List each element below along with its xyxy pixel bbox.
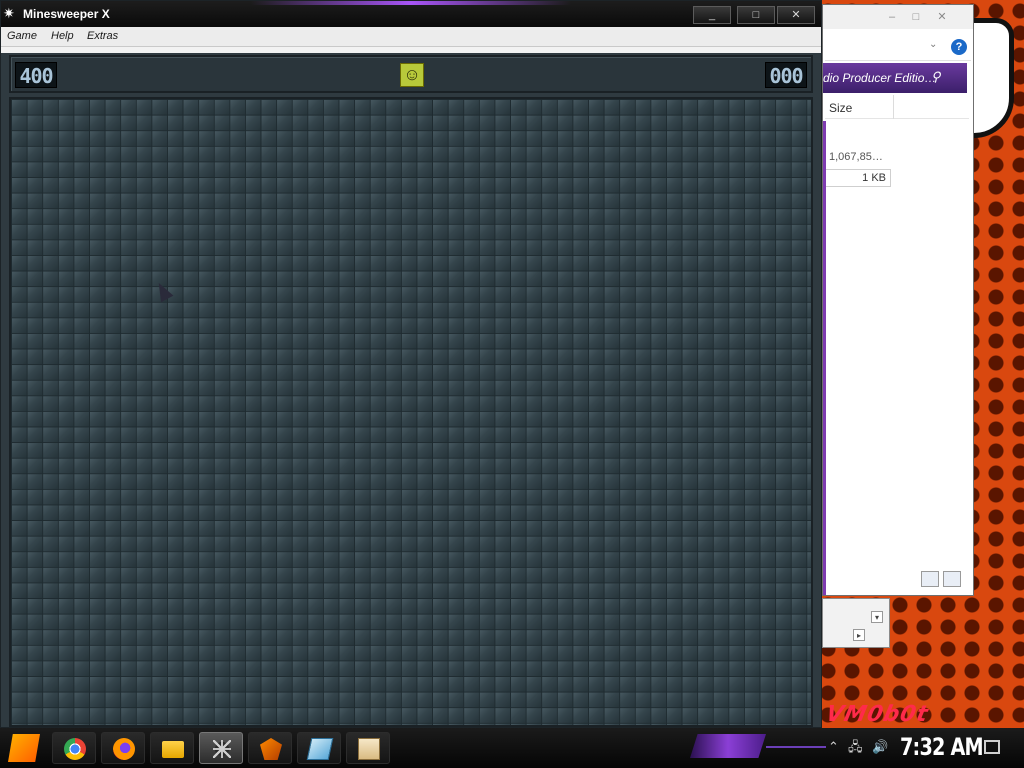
taskbar-crystal-button[interactable] — [297, 732, 341, 764]
large-icons-view-icon[interactable] — [943, 571, 961, 587]
explorer-side-strip — [823, 121, 826, 595]
smiley-face-button[interactable]: ☺ — [400, 63, 424, 87]
explorer-close-button[interactable]: ✕ — [931, 9, 953, 25]
explorer-titlebar[interactable]: – □ ✕ — [823, 5, 973, 29]
details-view-icon[interactable] — [921, 571, 939, 587]
scroll-right-icon[interactable]: ▸ — [853, 629, 865, 641]
taskbar-firefox-button[interactable] — [101, 732, 145, 764]
menu-separator — [1, 47, 821, 53]
taskbar-flstudio-button[interactable] — [248, 732, 292, 764]
tray-decoration-line — [766, 746, 826, 748]
explorer-search-text: dio Producer Editio… — [823, 71, 937, 85]
minesweeper-titlebar[interactable]: ✷ Minesweeper X _ □ ✕ — [1, 1, 821, 27]
mine-app-icon[interactable]: ✷ — [3, 5, 19, 21]
search-icon[interactable]: ⚲ — [931, 69, 947, 85]
maximize-button[interactable]: □ — [737, 6, 775, 24]
notes-icon — [358, 738, 380, 760]
chrome-icon — [64, 738, 86, 760]
window-title: Minesweeper X — [23, 7, 110, 21]
chevron-down-icon[interactable]: ▾ — [871, 611, 883, 623]
timer-display: 000 — [765, 62, 807, 88]
file-size-cell[interactable]: 1 KB — [825, 169, 891, 187]
taskbar: ⌃ 🖧 🔊 7:32 AM — [0, 728, 1024, 768]
close-button[interactable]: ✕ — [777, 6, 815, 24]
explorer-search-box[interactable]: dio Producer Editio… ⚲ — [823, 63, 967, 93]
game-header: 400 ☺ 000 — [9, 55, 813, 93]
chevron-up-icon[interactable]: ⌃ — [828, 740, 839, 754]
minesweeper-icon — [211, 738, 233, 760]
system-clock[interactable]: 7:32 AM — [900, 733, 984, 761]
start-button[interactable] — [8, 734, 40, 762]
menu-help[interactable]: Help — [51, 30, 74, 42]
crystal-icon — [306, 738, 334, 760]
minesweeper-window[interactable]: ✷ Minesweeper X _ □ ✕ Game Help Extras 4… — [0, 0, 822, 728]
explorer-scroll-area[interactable]: ▾ ▸ — [822, 598, 890, 648]
menu-bar: Game Help Extras — [1, 27, 821, 47]
menu-game[interactable]: Game — [7, 30, 37, 42]
flstudio-icon — [260, 738, 282, 760]
help-icon[interactable]: ? — [951, 39, 967, 55]
explorer-maximize-button[interactable]: □ — [905, 9, 927, 25]
column-divider[interactable] — [893, 95, 894, 119]
taskbar-notes-button[interactable] — [346, 732, 390, 764]
file-size-cell[interactable]: 1,067,85… — [829, 151, 909, 163]
notification-icon[interactable] — [984, 740, 1000, 754]
minimize-button[interactable]: _ — [693, 6, 731, 24]
chevron-down-icon[interactable]: ⌄ — [929, 39, 943, 53]
mine-counter: 400 — [15, 62, 57, 88]
firefox-icon — [113, 738, 135, 760]
minefield-grid[interactable] — [9, 97, 813, 727]
column-header-size[interactable]: Size — [825, 95, 969, 119]
explorer-minimize-button[interactable]: – — [881, 9, 903, 25]
network-icon[interactable]: 🖧 — [848, 740, 863, 754]
folder-icon — [162, 741, 184, 758]
tray-decoration — [690, 734, 766, 758]
menu-extras[interactable]: Extras — [87, 30, 118, 42]
taskbar-chrome-button[interactable] — [52, 732, 96, 764]
titlebar-glow — [251, 1, 571, 5]
explorer-window[interactable]: – □ ✕ ⌄ ? dio Producer Editio… ⚲ Size 1,… — [822, 4, 974, 596]
taskbar-minesweeper-button[interactable] — [199, 732, 243, 764]
explorer-address-bar[interactable]: ⌄ ? — [825, 33, 971, 61]
wallpaper-text: VM0b0t — [823, 702, 931, 727]
volume-icon[interactable]: 🔊 — [872, 740, 888, 754]
taskbar-explorer-button[interactable] — [150, 732, 194, 764]
